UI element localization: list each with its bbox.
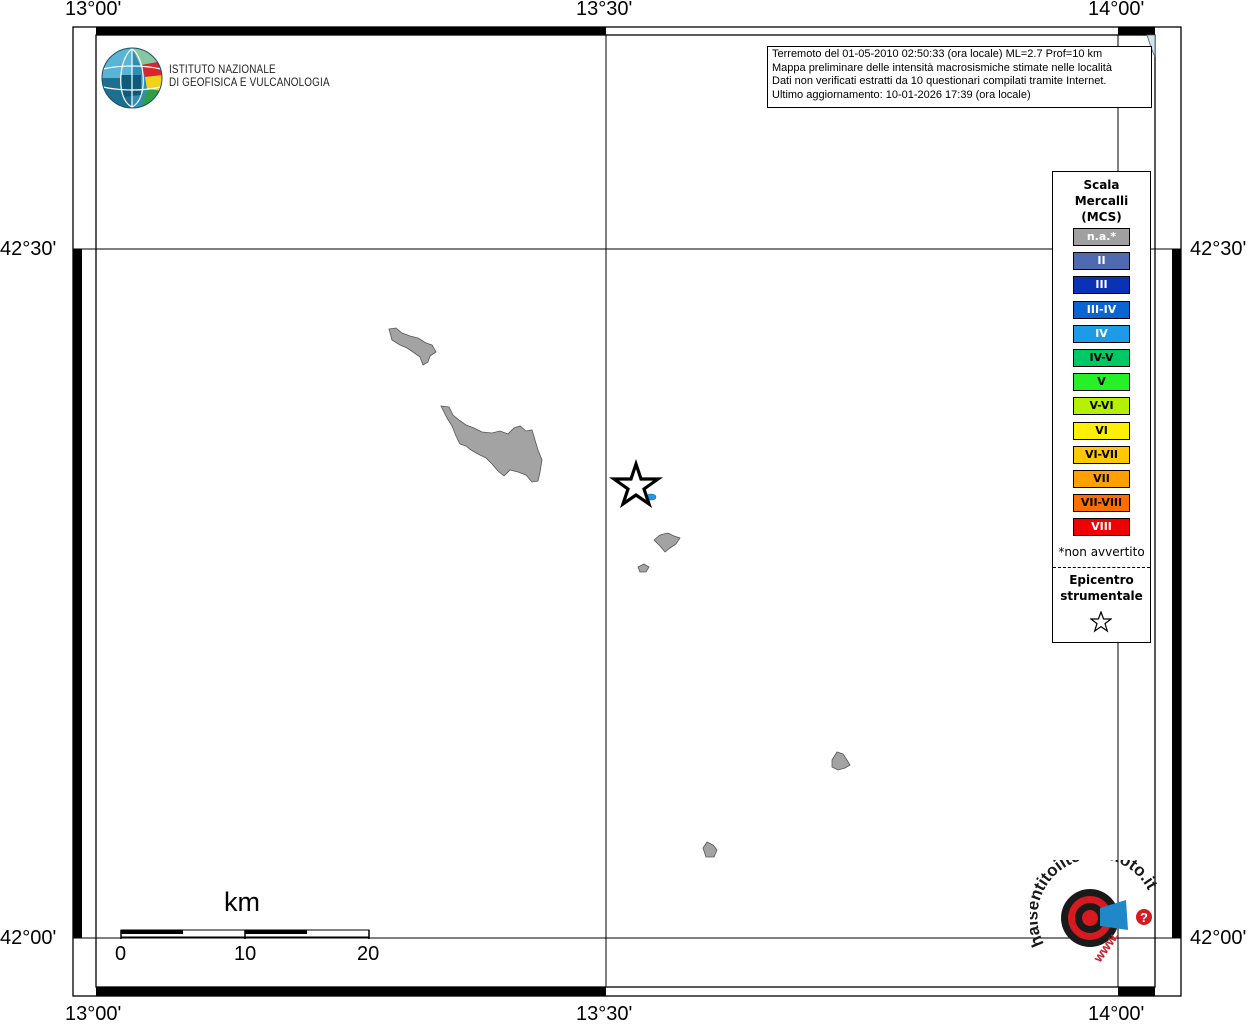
lon-label-bottom-13-00: 13°00': [65, 1003, 122, 1025]
info-line-1: Terremoto del 01-05-2010 02:50:33 (ora l…: [772, 48, 1103, 60]
scale-bar-unit: km: [224, 887, 260, 917]
lat-label-left-42-00: 42°00': [0, 927, 57, 949]
inner-border: [95, 34, 1156, 988]
ingv-logo-line2: DI GEOFISICA E VULCANOLOGIA: [169, 77, 330, 89]
legend-swatch-viii: VIII: [1073, 518, 1130, 537]
frame-bar-right: [1172, 249, 1181, 938]
legend-epicenter-label: Epicentro strumentale: [1053, 572, 1150, 604]
legend-swatch-ii: II: [1073, 252, 1130, 271]
frame-bar-bottom-right: [1118, 987, 1155, 996]
watermark-question: ?: [1140, 910, 1148, 925]
legend-swatch-iii-iv: III-IV: [1073, 300, 1130, 319]
lon-label-bottom-14-00: 14°00': [1088, 1003, 1145, 1025]
legend-swatch-vi-vii: VI-VII: [1073, 445, 1130, 464]
legend-epicenter-line2: strumentale: [1060, 589, 1143, 603]
lat-label-right-42-00: 42°00': [1190, 927, 1247, 949]
legend-title: Scala Mercalli (MCS): [1053, 177, 1150, 225]
legend-epicenter-star-icon: [1090, 611, 1112, 633]
haisentito-watermark-logo-icon: haisentitoilterremoto.it ? www.: [1030, 860, 1160, 966]
legend-swatch-vi: VI: [1073, 421, 1130, 440]
island-palmarola: [388, 327, 437, 366]
frame-bar-top-right: [1118, 27, 1155, 35]
legend-swatch-iv-v: IV-V: [1073, 349, 1130, 367]
legend-note: *non avvertito: [1058, 545, 1145, 559]
ingv-logo-line1: ISTITUTO NAZIONALE: [169, 64, 276, 76]
legend-title-line3: (MCS): [1081, 210, 1122, 224]
outer-border: [72, 26, 1182, 997]
island-ponza: [440, 405, 543, 483]
legend-swatch-v: V: [1073, 373, 1130, 392]
scale-bar-label-10: 10: [234, 943, 257, 965]
lat-label-right-42-30: 42°30': [1190, 238, 1247, 260]
event-info-box: Terremoto del 01-05-2010 02:50:33 (ora l…: [767, 46, 1152, 108]
lon-label-top-13-00: 13°00': [65, 0, 122, 20]
island-zannone: [653, 532, 681, 553]
ingv-logo-text: ISTITUTO NAZIONALE DI GEOFISICA E VULCAN…: [169, 64, 330, 90]
lon-label-top-14-00: 14°00': [1088, 0, 1145, 20]
lon-label-top-13-30: 13°30': [576, 0, 633, 20]
legend-swatch-vii: VII: [1073, 470, 1130, 488]
lon-label-bottom-13-30: 13°30': [576, 1003, 633, 1025]
scale-bar: [120, 929, 370, 939]
island-santo-stefano: [702, 841, 718, 858]
legend-title-line1: Scala: [1083, 178, 1120, 192]
ingv-globe-logo-icon: [101, 47, 163, 109]
legend-swatch-vii-viii: VII-VIII: [1073, 494, 1130, 513]
info-line-2: Mappa preliminare delle intensità macros…: [772, 61, 1112, 74]
info-line-3: Dati non verificati estratti da 10 quest…: [772, 75, 1107, 87]
legend-swatch-iii: III: [1073, 276, 1130, 295]
island-ventotene: [831, 751, 851, 771]
legend-divider: [1053, 567, 1150, 568]
lat-label-left-42-30: 42°30': [0, 238, 57, 260]
frame-bar-left: [73, 249, 82, 938]
legend-title-line2: Mercalli: [1074, 194, 1129, 208]
intensity-legend: Scala Mercalli (MCS) n.a.* II III III-IV IV I…: [1052, 171, 1151, 643]
legend-swatch-v-vi: V-VI: [1073, 397, 1130, 416]
scale-bar-label-0: 0: [115, 943, 127, 965]
frame-bar-bottom-left: [96, 987, 606, 996]
info-line-4: Ultimo aggiornamento: 10-01-2026 17:39 (…: [772, 88, 1031, 101]
frame-bar-top-left: [96, 27, 606, 35]
legend-swatch-iv: IV: [1073, 324, 1130, 343]
legend-swatch-n-a: n.a.*: [1073, 228, 1130, 246]
legend-epicenter-line1: Epicentro: [1069, 573, 1134, 587]
scale-bar-label-20: 20: [357, 943, 380, 965]
island-gavi: [637, 563, 650, 573]
